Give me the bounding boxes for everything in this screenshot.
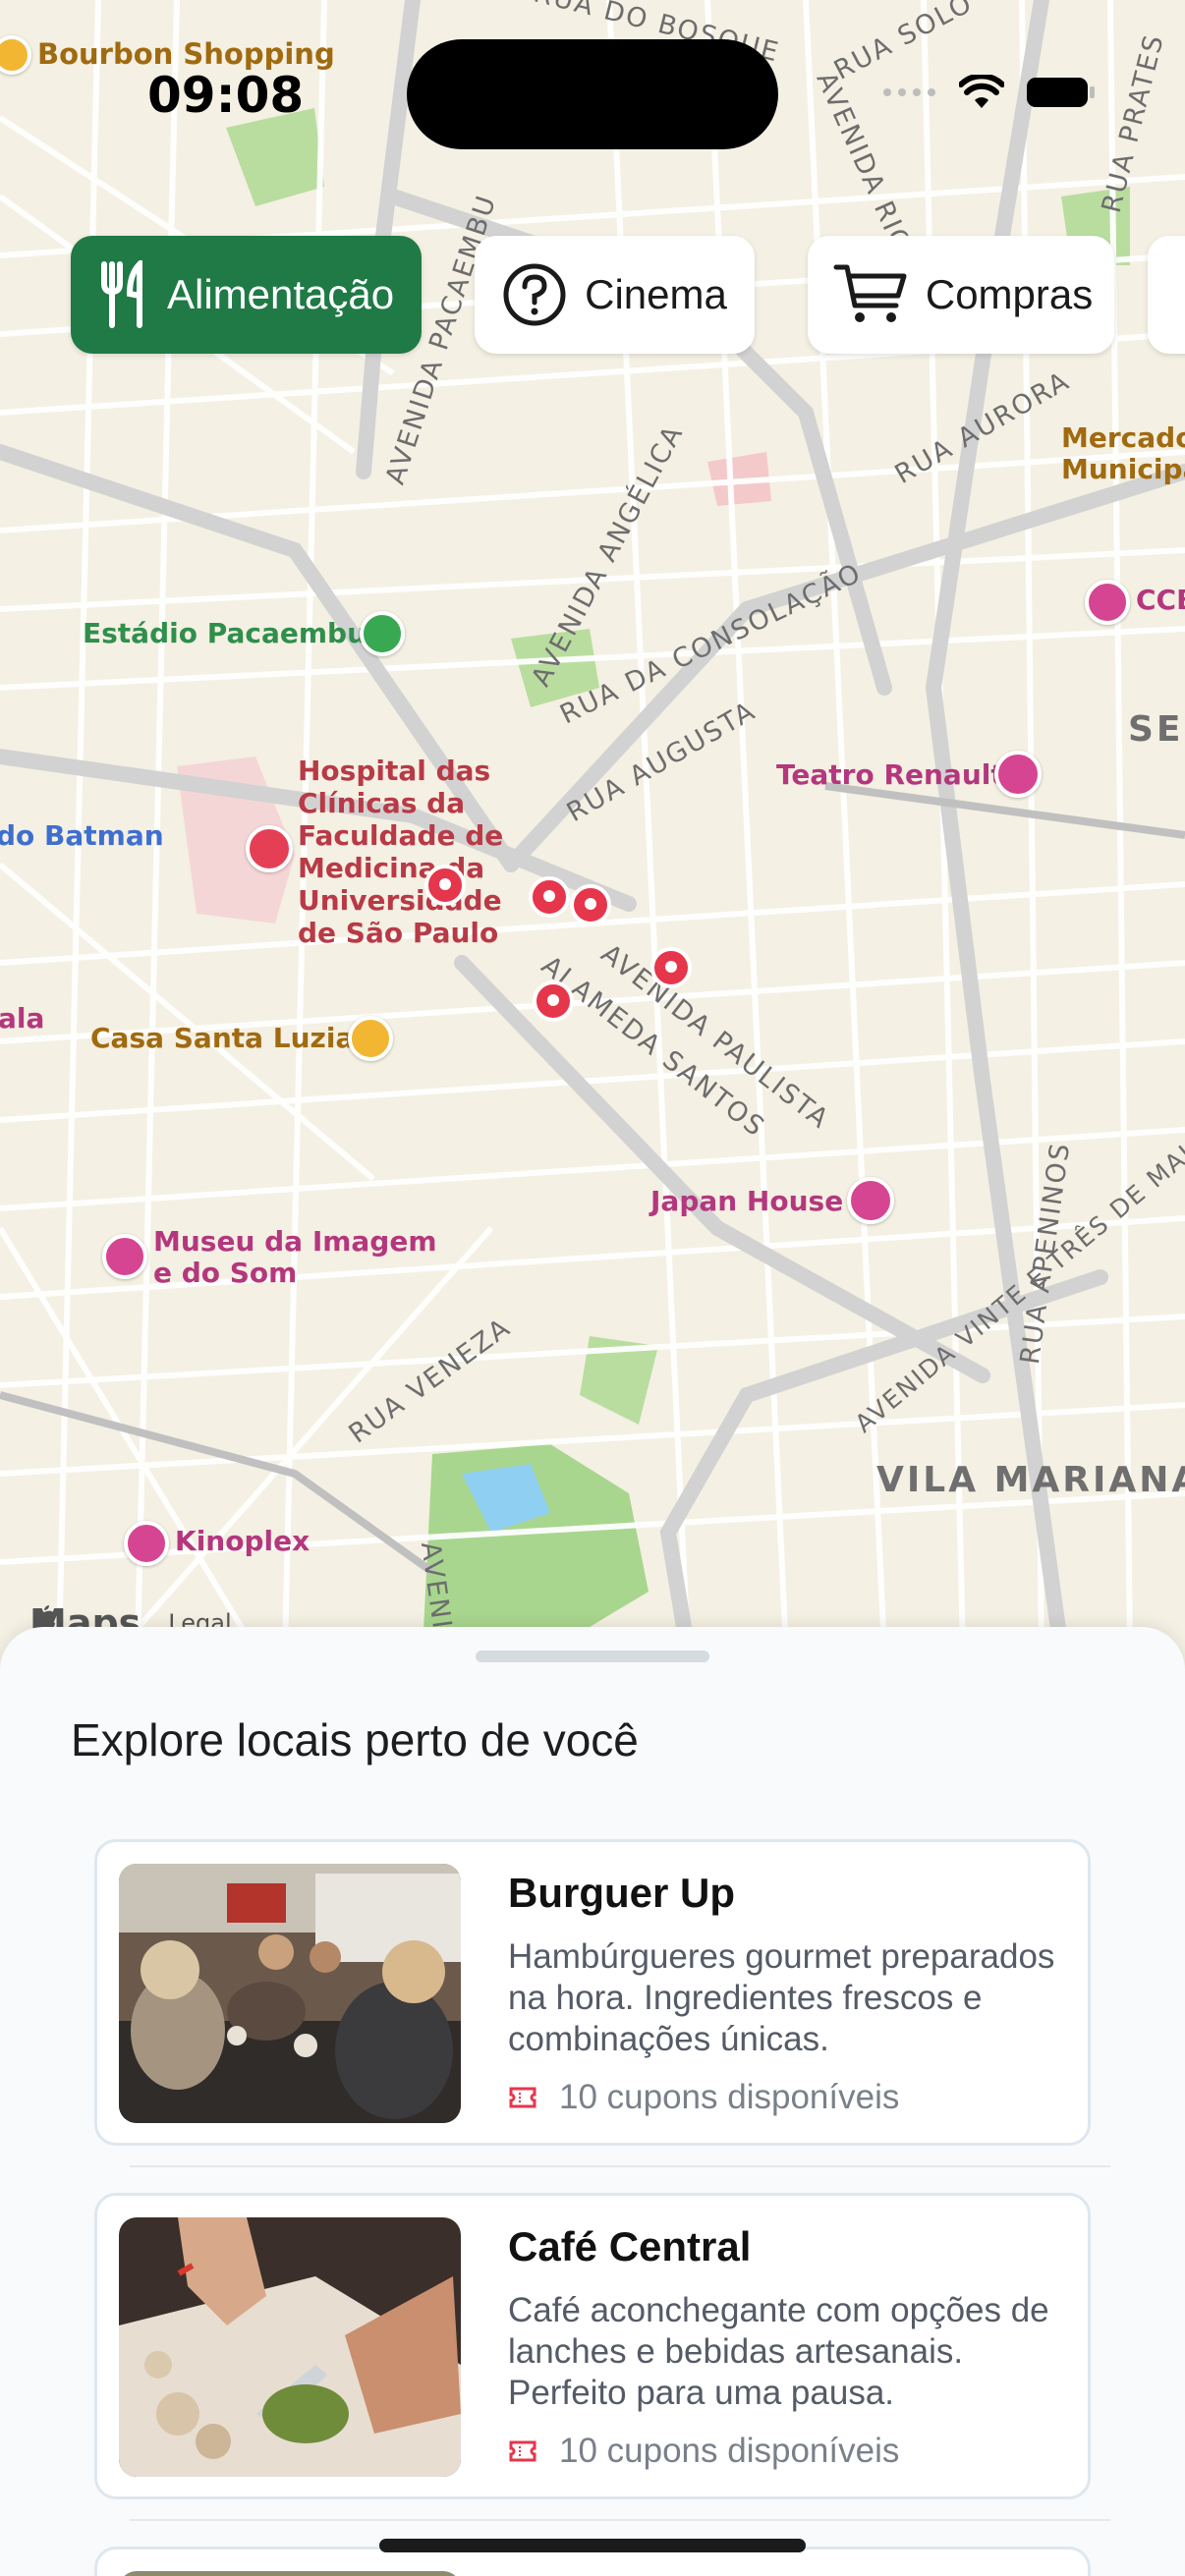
place-name: Burguer Up [508, 1870, 735, 1916]
place-card[interactable]: Café Central Café aconchegante com opçõe… [94, 2193, 1091, 2499]
poi-mercado-label: Mercado Municipal [1061, 422, 1185, 485]
coupons-count: 10 cupons disponíveis [559, 2432, 900, 2470]
poi-japan-house-label: Japan House [650, 1185, 844, 1217]
question-circle-icon [503, 263, 566, 326]
poi-casa-santa-luzia-label: Casa Santa Luzia [90, 1022, 355, 1054]
category-chip-compras[interactable]: Compras [807, 236, 1115, 354]
place-pin-icon[interactable] [423, 865, 468, 910]
places-bottom-sheet[interactable]: Explore locais perto de você Burguer Up … [0, 1627, 1185, 2576]
place-pin-icon[interactable] [649, 947, 694, 992]
poi-mercado-text: Mercado Municipal [1061, 421, 1185, 485]
battery-icon [1027, 78, 1095, 107]
wifi-icon [959, 75, 1004, 108]
district-vila-mariana-label: VILA MARIANA [876, 1460, 1185, 1500]
coupons-count: 10 cupons disponíveis [559, 2078, 900, 2116]
sheet-grabber[interactable] [476, 1651, 709, 1662]
poi-hospital-label: Hospital das Clínicas da Faculdade de Me… [298, 755, 504, 949]
poi-kinoplex-label: Kinoplex [175, 1525, 310, 1557]
place-pin-icon[interactable] [531, 980, 576, 1026]
poi-museu-text: Museu da Imagem e do Som [153, 1225, 437, 1289]
card-divider [130, 2165, 1110, 2167]
signal-dots-icon [883, 88, 935, 96]
poi-ccb-icon[interactable] [1085, 580, 1130, 625]
poi-batman-label: do Batman [0, 819, 164, 852]
poi-hospital-text: Hospital das Clínicas da Faculdade de Me… [298, 755, 504, 949]
cart-icon [833, 264, 907, 322]
category-chip-label: Alimentação [167, 271, 395, 317]
category-chip-label: Cinema [585, 271, 727, 317]
ticket-icon [509, 2087, 536, 2108]
sheet-title: Explore locais perto de você [71, 1714, 639, 1765]
ticket-icon [509, 2440, 536, 2462]
poi-pacaembu-label: Estádio Pacaembu [83, 617, 367, 649]
place-card[interactable]: Burguer Up Hambúrgueres gourmet preparad… [94, 1839, 1091, 2146]
place-pin-icon[interactable] [527, 876, 572, 922]
place-description: Café aconchegante com opções de lanches … [508, 2291, 1049, 2412]
place-pin-icon[interactable] [568, 884, 613, 929]
home-indicator[interactable] [379, 2539, 806, 2552]
place-image-cafe [119, 2217, 461, 2477]
theater-poi-icon[interactable] [994, 751, 1042, 798]
coupons-info: 10 cupons disponíveis [508, 2078, 899, 2117]
poi-teatro-label: Teatro Renault [776, 758, 1004, 791]
stadium-poi-icon[interactable] [360, 611, 405, 656]
poi-japan-house-icon[interactable] [847, 1177, 894, 1224]
poi-bourbon-label: Bourbon Shopping [37, 37, 335, 71]
card-divider [130, 2519, 1110, 2521]
category-chip-next[interactable] [1148, 236, 1185, 354]
hospital-poi-icon[interactable] [246, 825, 293, 872]
place-image [119, 2571, 461, 2576]
place-description: Hambúrgueres gourmet preparados na hora.… [508, 1937, 1055, 2058]
category-chips: Alimentação Cinema Compras [71, 236, 1115, 354]
district-se-label: SE [1128, 709, 1184, 750]
category-chip-label: Compras [925, 271, 1094, 317]
place-name: Café Central [508, 2223, 752, 2269]
utensils-icon [101, 260, 142, 328]
category-chip-alimentacao[interactable]: Alimentação [71, 236, 423, 354]
museum-poi-icon[interactable] [102, 1234, 147, 1279]
status-time: 09:08 [147, 67, 305, 124]
dynamic-island [407, 39, 778, 149]
poi-ala-label: ala [0, 1002, 45, 1035]
coupons-info: 10 cupons disponíveis [508, 2432, 899, 2471]
cinema-poi-icon[interactable] [124, 1521, 169, 1566]
poi-museu-label: Museu da Imagem e do Som [153, 1226, 448, 1289]
category-chip-cinema[interactable]: Cinema [475, 236, 755, 354]
screen: RUA DO BOSQUE RUA SOLO RUA PRATES AVENID… [0, 0, 1185, 2576]
status-icons [882, 75, 1097, 110]
place-image-restaurant [119, 1864, 461, 2123]
grocery-poi-icon[interactable] [348, 1016, 393, 1061]
poi-ccb-label: CCB [1136, 584, 1185, 616]
